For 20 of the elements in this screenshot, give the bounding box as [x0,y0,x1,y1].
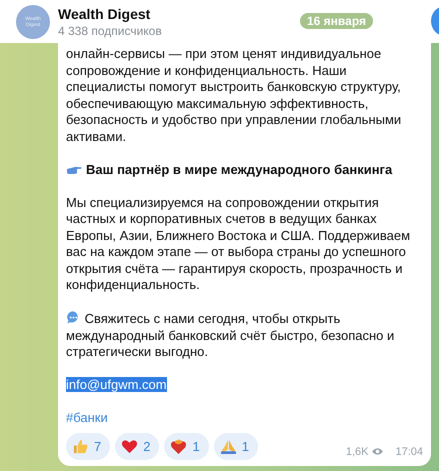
message-time: 17:04 [395,444,423,460]
channel-title: Wealth Digest [58,6,152,22]
eye-icon [371,447,384,456]
reaction-button[interactable]: 1 [164,433,209,460]
reaction-button[interactable]: 1 [214,433,258,460]
reaction-button[interactable]: 7 [66,433,110,460]
praying-hands-icon [220,438,237,455]
section-heading: Ваш партнёр в мире международного банкинга [86,162,392,178]
view-count: 1,6K [346,444,368,460]
thumbs-up-icon [72,438,89,455]
hashtag-link[interactable]: #банки [66,410,108,425]
subscriber-count: 4 338 подписчиков [58,24,162,38]
message-paragraph: онлайн-сервисы — при этом ценят индивидуальное сопровождение и конфиденциальность. Наши специалисты помогут выстроить банковскую структуру, обеспечивающую максимальную эффективность, безопасность и удобство при управлении глобальными активами. [66,46,402,145]
burning-heart-icon [170,438,188,455]
reaction-button[interactable]: 2 [115,433,160,460]
date-badge: 16 января [300,13,373,29]
heart-icon [121,438,138,455]
message-paragraph: Мы специализируемся на сопровождении открытия частных и корпоративных счетов в ведущих банках Европы, Азии, Ближнего Востока и США. Поддерживаем вас на каждом этапе — от выбора страны до успешного открытия счёта — гарантируя скорость, прозрачность и конфиденциальность. [66,194,412,294]
message-paragraph: Свяжитесь с нами сегодня, чтобы открыть международный банковский счёт быстро, безопасно и стратегически выгодно. [66,310,396,360]
email-link[interactable]: info@ufgwm.com [66,377,167,392]
